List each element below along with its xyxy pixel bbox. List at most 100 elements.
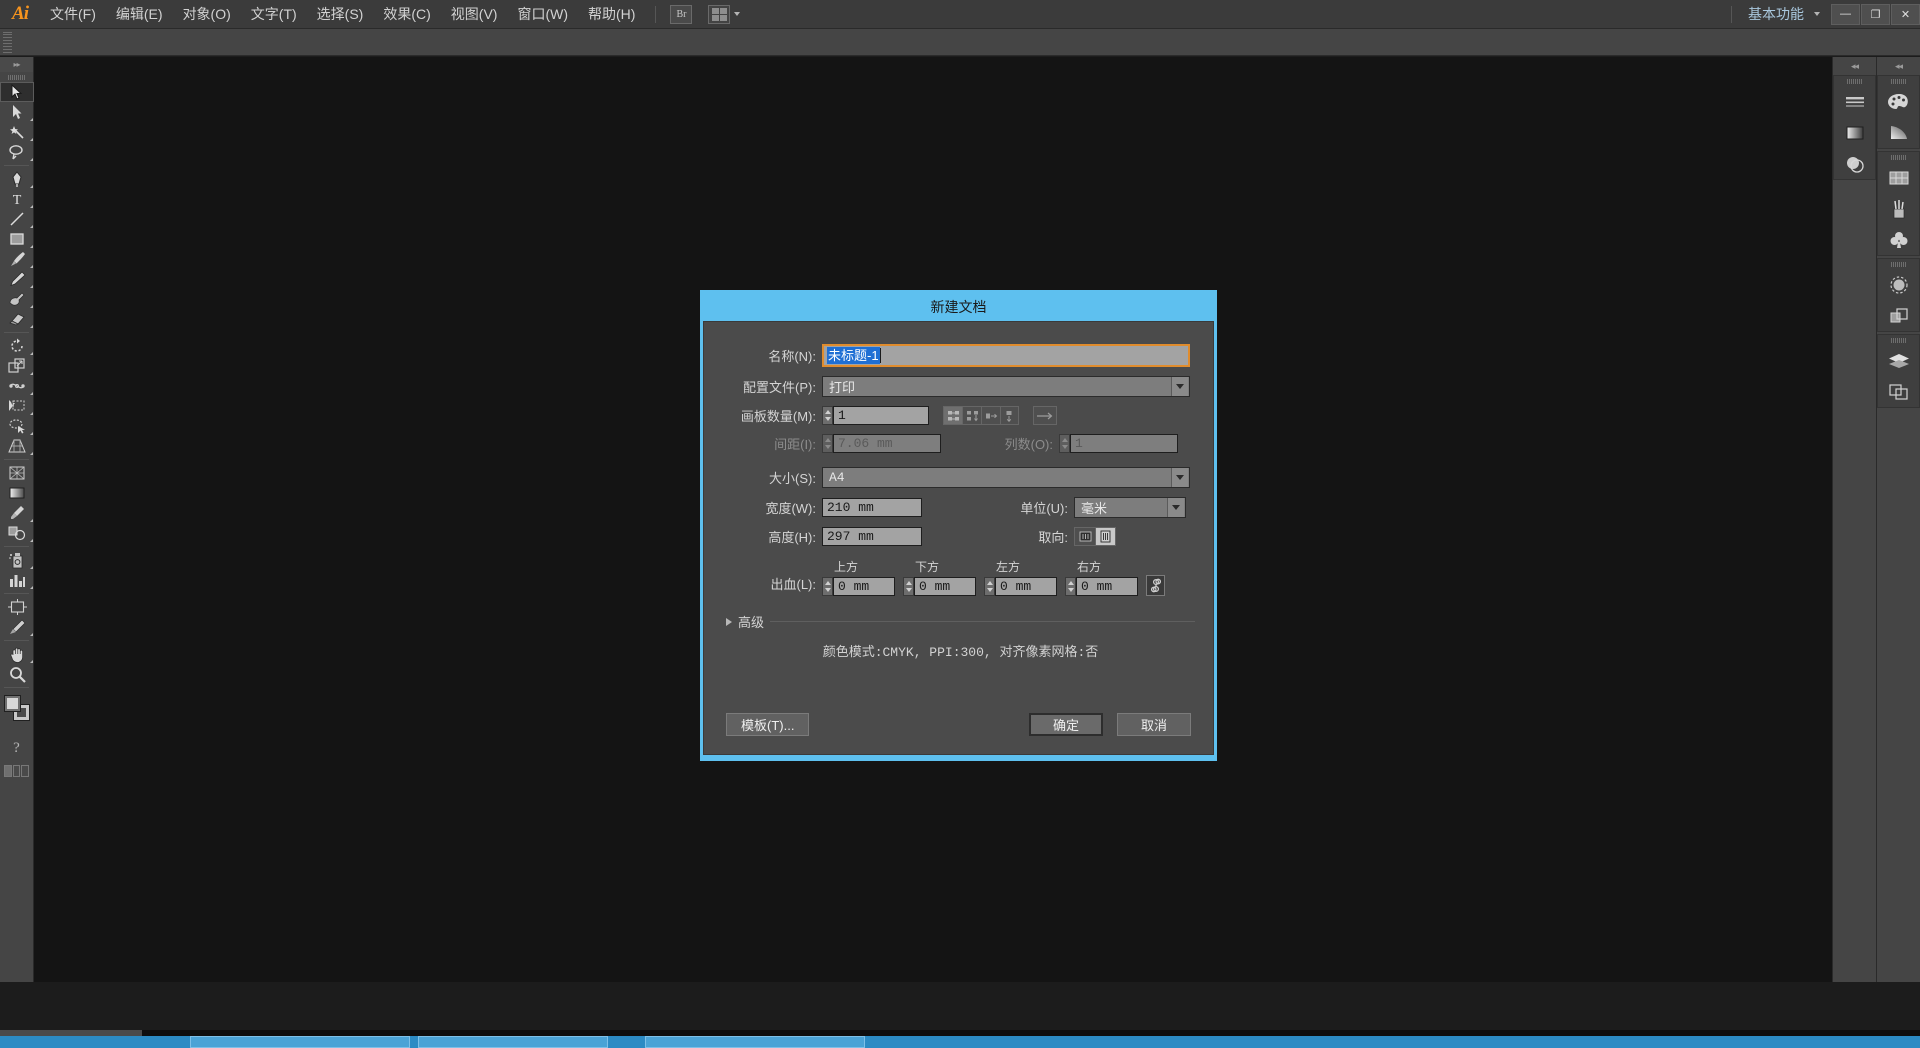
screen-mode-fullscreen-menubar-icon[interactable] (12, 765, 21, 777)
graphic-styles-panel-icon[interactable] (1878, 300, 1919, 331)
menu-item-edit[interactable]: 编辑(E) (106, 0, 173, 29)
artboard-arrange-by-column-button[interactable] (1000, 406, 1019, 425)
color-guide-panel-icon[interactable] (1878, 117, 1919, 148)
units-select[interactable]: 毫米 (1074, 497, 1186, 518)
tool-blob-brush[interactable] (0, 289, 34, 309)
width-input[interactable]: 210 mm (822, 498, 922, 517)
artboard-direction-button[interactable] (1033, 406, 1057, 425)
os-taskbar[interactable] (0, 1036, 1920, 1048)
fill-swatch[interactable] (4, 695, 21, 712)
size-select[interactable]: A4 (822, 467, 1190, 488)
color-panel-icon[interactable] (1878, 86, 1919, 117)
profile-select[interactable]: 打印 (822, 376, 1190, 397)
artboard-grid-by-column-button[interactable] (962, 406, 981, 425)
bleed-right-input[interactable]: 0 mm (1076, 577, 1138, 596)
toolbar-expand-icon[interactable]: ▸▸ (0, 57, 33, 72)
bleed-bottom-input[interactable]: 0 mm (914, 577, 976, 596)
bleed-bottom-stepper[interactable] (903, 577, 914, 596)
tool-type[interactable]: T (0, 189, 34, 209)
bleed-right-stepper[interactable] (1065, 577, 1076, 596)
artboards-panel-icon[interactable] (1878, 376, 1919, 407)
tool-free-transform[interactable] (0, 396, 34, 416)
tool-slice[interactable] (0, 617, 34, 637)
dock-group-grip-icon[interactable] (1878, 335, 1919, 345)
orientation-landscape-button[interactable] (1074, 527, 1095, 546)
help-question-icon[interactable]: ? (0, 731, 33, 765)
bleed-top-stepper[interactable] (822, 577, 833, 596)
tool-mesh[interactable] (0, 463, 34, 483)
swatches-panel-icon[interactable] (1878, 162, 1919, 193)
layers-panel-icon[interactable] (1878, 345, 1919, 376)
tool-magic-wand[interactable] (0, 122, 34, 142)
profile-chevron-down-icon[interactable] (1171, 377, 1188, 396)
advanced-toggle[interactable]: 高级 (726, 612, 1195, 631)
tool-paintbrush[interactable] (0, 249, 34, 269)
workspace-chevron-down-icon[interactable] (1814, 12, 1820, 16)
tool-rotate[interactable] (0, 336, 34, 356)
menu-item-window[interactable]: 窗口(W) (507, 0, 578, 29)
tool-eraser[interactable] (0, 309, 34, 329)
stroke-panel-icon[interactable] (1834, 86, 1875, 117)
screen-mode-normal-icon[interactable] (4, 765, 12, 777)
dock-group-grip-icon[interactable] (1834, 76, 1875, 86)
minimize-button[interactable]: — (1831, 3, 1860, 25)
tool-pencil[interactable] (0, 269, 34, 289)
artboard-grid-by-row-button[interactable] (943, 406, 962, 425)
gradient-panel-icon[interactable] (1834, 117, 1875, 148)
transparency-panel-icon[interactable] (1834, 148, 1875, 179)
bleed-left-input[interactable]: 0 mm (995, 577, 1057, 596)
taskbar-item[interactable] (645, 1036, 865, 1048)
menu-item-select[interactable]: 选择(S) (307, 0, 374, 29)
cancel-button[interactable]: 取消 (1117, 713, 1191, 736)
menu-item-effect[interactable]: 效果(C) (373, 0, 440, 29)
close-button[interactable]: ✕ (1891, 3, 1920, 25)
taskbar-item[interactable] (418, 1036, 608, 1048)
tool-rectangle[interactable] (0, 229, 34, 249)
tool-column-graph[interactable] (0, 570, 34, 590)
size-chevron-down-icon[interactable] (1171, 468, 1188, 487)
fill-stroke-swatches[interactable] (0, 691, 33, 731)
artboards-stepper[interactable] (822, 406, 833, 425)
tool-zoom[interactable] (0, 664, 34, 684)
document-name-input[interactable]: 未标题-1 (822, 344, 1190, 367)
tool-symbol-sprayer[interactable] (0, 550, 34, 570)
symbols-panel-icon[interactable] (1878, 224, 1919, 255)
artboards-input[interactable]: 1 (833, 406, 929, 425)
bleed-top-input[interactable]: 0 mm (833, 577, 895, 596)
screen-mode-buttons[interactable] (0, 765, 33, 781)
tool-hand[interactable] (0, 644, 34, 664)
dock-group-grip-icon[interactable] (1878, 259, 1919, 269)
ok-button[interactable]: 确定 (1029, 713, 1103, 736)
tool-shape-builder[interactable] (0, 416, 34, 436)
tool-pen[interactable] (0, 169, 34, 189)
tool-scale[interactable] (0, 356, 34, 376)
workspace-selector[interactable]: 基本功能 (1742, 4, 1810, 24)
restore-button[interactable]: ❐ (1861, 3, 1890, 25)
tool-lasso[interactable] (0, 142, 34, 162)
orientation-portrait-button[interactable] (1095, 527, 1116, 546)
screen-mode-fullscreen-icon[interactable] (21, 765, 30, 777)
units-chevron-down-icon[interactable] (1167, 498, 1184, 517)
toolbar-grip-icon[interactable] (0, 72, 33, 82)
dock-group-grip-icon[interactable] (1878, 76, 1919, 86)
tool-selection[interactable] (0, 82, 34, 102)
menu-item-file[interactable]: 文件(F) (40, 0, 106, 29)
tool-gradient[interactable] (0, 483, 34, 503)
arrange-documents-icon[interactable] (708, 4, 731, 24)
arrange-chevron-down-icon[interactable] (734, 12, 741, 16)
menu-item-view[interactable]: 视图(V) (441, 0, 508, 29)
dock-collapse-icon[interactable]: ◂◂ (1877, 57, 1920, 75)
bleed-left-stepper[interactable] (984, 577, 995, 596)
menu-item-help[interactable]: 帮助(H) (578, 0, 645, 29)
tool-direct-selection[interactable] (0, 102, 34, 122)
advanced-chevron-right-icon[interactable] (726, 617, 732, 626)
menu-item-type[interactable]: 文字(T) (241, 0, 307, 29)
taskbar-item[interactable] (190, 1036, 410, 1048)
bleed-link-button[interactable] (1146, 575, 1165, 596)
tool-eyedropper[interactable] (0, 503, 34, 523)
menu-item-object[interactable]: 对象(O) (173, 0, 241, 29)
tool-line-segment[interactable] (0, 209, 34, 229)
tool-width[interactable] (0, 376, 34, 396)
artboard-arrange-by-row-button[interactable] (981, 406, 1000, 425)
dock-collapse-icon[interactable]: ◂◂ (1833, 57, 1876, 75)
